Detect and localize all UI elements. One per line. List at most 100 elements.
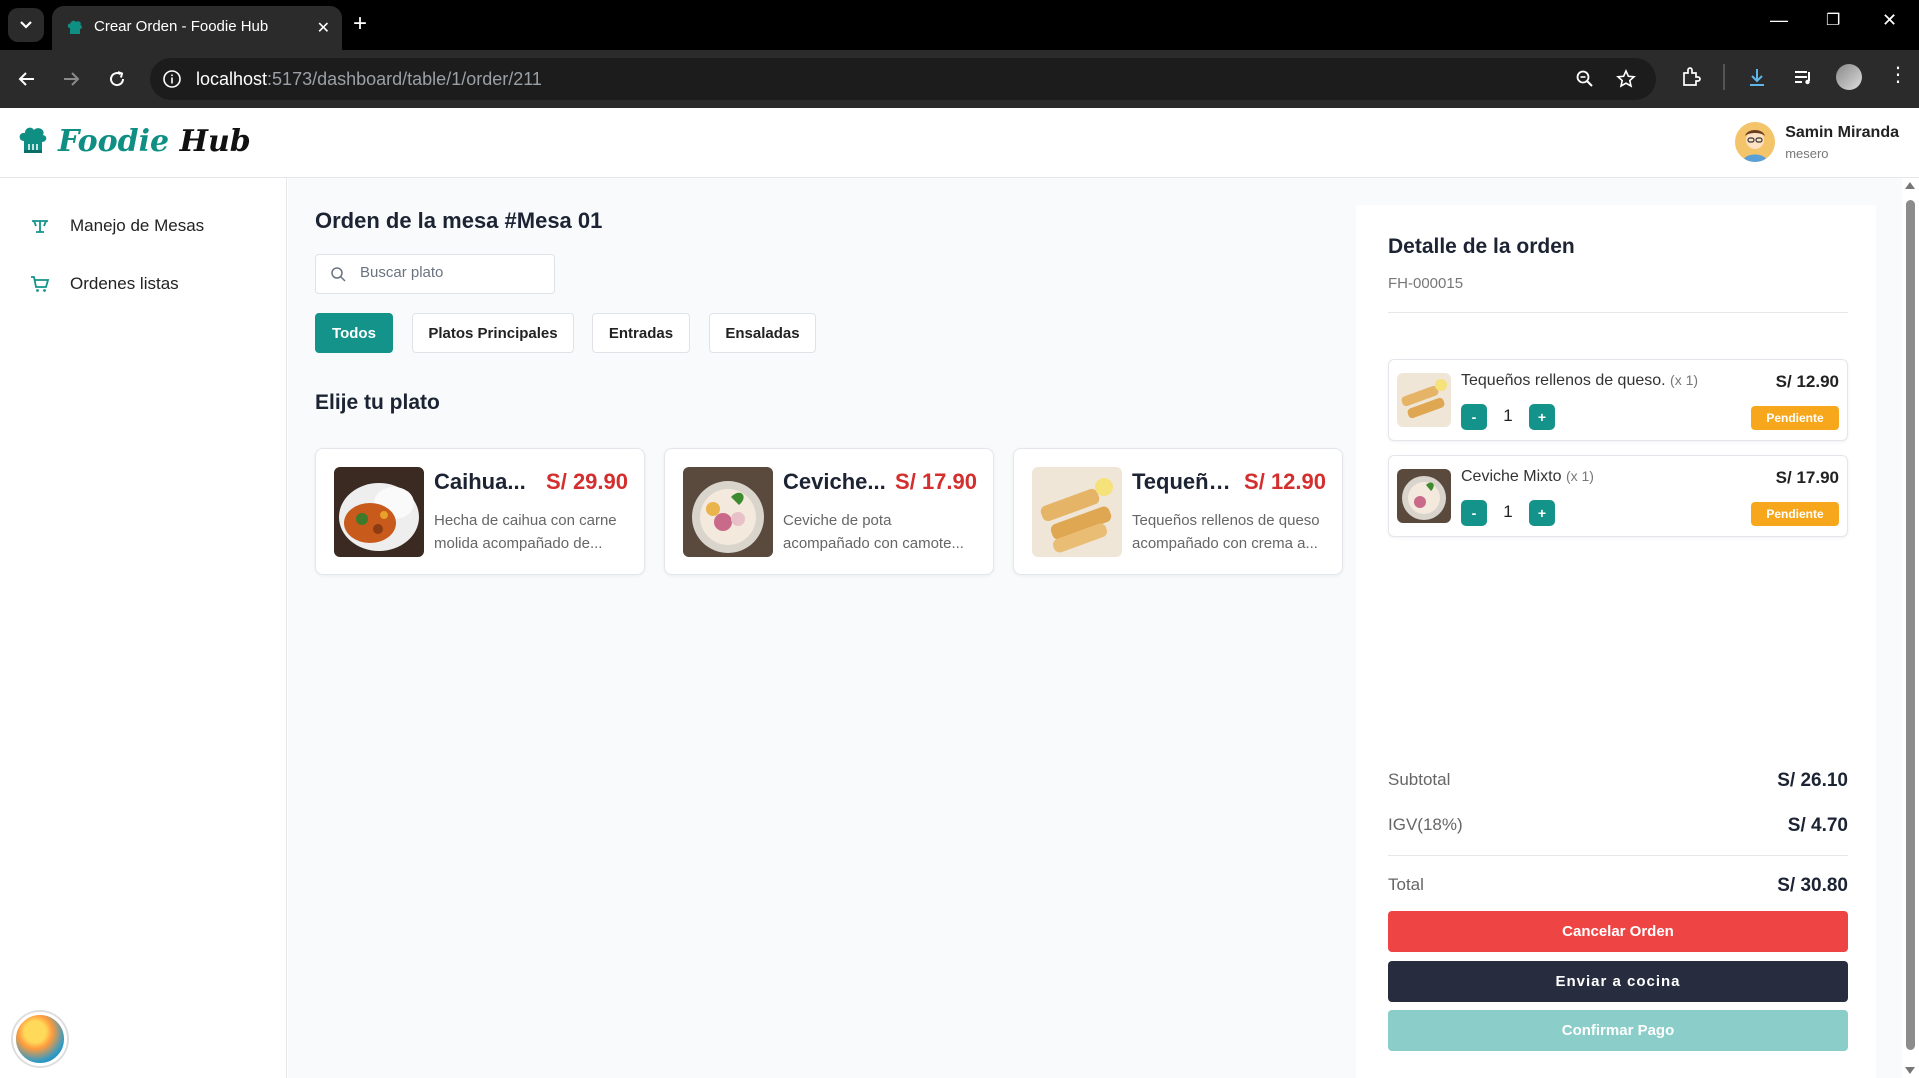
bookmark-star-icon[interactable]	[1616, 69, 1636, 89]
increase-quantity-button[interactable]: +	[1529, 500, 1555, 526]
user-avatar	[1735, 122, 1776, 162]
logo-foodie-text: Foodie	[58, 124, 170, 159]
dish-price: S/ 12.90	[1244, 469, 1326, 494]
forward-icon[interactable]	[56, 64, 86, 94]
extensions-icon[interactable]	[1680, 66, 1702, 88]
dish-name: Caihua...	[434, 469, 526, 494]
decrease-quantity-button[interactable]: -	[1461, 500, 1487, 526]
logo[interactable]: Foodie Hub	[18, 124, 251, 159]
cart-icon	[31, 276, 50, 292]
search-input[interactable]	[360, 264, 540, 281]
dish-image	[334, 467, 424, 557]
back-icon[interactable]	[12, 64, 42, 94]
main-content: Orden de la mesa #Mesa 01 Todos Platos P…	[288, 178, 1356, 1078]
sidebar-item-ordenes-listas[interactable]: Ordenes listas	[30, 274, 179, 294]
search-icon	[331, 267, 346, 282]
window-close-icon[interactable]: ✕	[1882, 10, 1897, 31]
dish-description: Tequeños rellenos de queso acompañado co…	[1132, 512, 1320, 552]
igv-label: IGV(18%)	[1388, 815, 1463, 834]
restore-icon[interactable]: ❐	[1826, 10, 1840, 30]
zoom-icon[interactable]	[1575, 69, 1595, 89]
chevron-down-icon	[20, 21, 32, 29]
chef-hat-icon	[19, 127, 47, 153]
page-scrollbar[interactable]	[1902, 178, 1919, 1078]
order-title: Detalle de la orden	[1388, 235, 1575, 258]
divider	[1388, 855, 1848, 856]
order-item-price: S/ 17.90	[1775, 468, 1839, 487]
app-header: Foodie Hub Samin Miranda mesero	[0, 108, 1919, 178]
user-profile[interactable]: Samin Miranda mesero	[1735, 122, 1899, 162]
page-title: Orden de la mesa #Mesa 01	[315, 208, 603, 233]
confirm-payment-button[interactable]: Confirmar Pago	[1388, 1010, 1848, 1051]
kebab-menu-icon[interactable]: ⋮	[1888, 62, 1908, 87]
table-icon	[32, 220, 48, 233]
decrease-quantity-button[interactable]: -	[1461, 404, 1487, 430]
order-item-name: Tequeños rellenos de queso. (x 1)	[1461, 372, 1699, 389]
url-text: localhost:5173/dashboard/table/1/order/2…	[196, 69, 542, 89]
dish-card[interactable]: Caihua... S/ 29.90 Hecha de caihua con c…	[315, 448, 645, 575]
reload-icon[interactable]	[102, 64, 132, 94]
category-platos-principales[interactable]: Platos Principales	[412, 313, 574, 353]
sidebar-item-manejo-de-mesas[interactable]: Manejo de Mesas	[30, 216, 204, 236]
scroll-down-arrow[interactable]	[1905, 1067, 1915, 1074]
sidebar-item-label: Manejo de Mesas	[70, 216, 205, 235]
address-bar[interactable]: localhost:5173/dashboard/table/1/order/2…	[150, 58, 1656, 100]
send-to-kitchen-button[interactable]: Enviar a cocina	[1388, 961, 1848, 1002]
profile-avatar[interactable]	[1836, 64, 1862, 90]
cancel-order-button[interactable]: Cancelar Orden	[1388, 911, 1848, 952]
floating-assistant-icon[interactable]	[13, 1012, 67, 1066]
minimize-icon[interactable]: —	[1770, 10, 1788, 31]
status-badge: Pendiente	[1751, 406, 1839, 430]
dish-price: S/ 17.90	[895, 469, 977, 494]
order-item-quantity: 1	[1503, 406, 1513, 425]
dish-description: Hecha de caihua con carne molida acompañ…	[434, 512, 617, 552]
subtotal-label: Subtotal	[1388, 770, 1451, 789]
dish-card[interactable]: Tequeños... S/ 12.90 Tequeños rellenos d…	[1013, 448, 1343, 575]
scroll-up-arrow[interactable]	[1905, 182, 1915, 189]
order-item-image	[1397, 373, 1451, 427]
sidebar-item-label: Ordenes listas	[70, 274, 179, 293]
order-item-price: S/ 12.90	[1775, 372, 1839, 391]
total-value: S/ 30.80	[1777, 875, 1848, 896]
category-todos[interactable]: Todos	[315, 313, 393, 353]
dish-card[interactable]: Ceviche... S/ 17.90 Ceviche de pota acom…	[664, 448, 994, 575]
tab-close-icon[interactable]: ✕	[317, 18, 330, 38]
order-item-image	[1397, 469, 1451, 523]
search-box[interactable]	[315, 254, 555, 294]
sidebar: Manejo de Mesas Ordenes listas	[0, 178, 287, 1078]
tab-search-button[interactable]	[8, 8, 44, 42]
dish-image	[683, 467, 773, 557]
toolbar-divider	[1723, 64, 1725, 90]
category-entradas[interactable]: Entradas	[592, 313, 690, 353]
media-queue-icon[interactable]	[1792, 66, 1814, 88]
browser-tab-active[interactable]: Crear Orden - Foodie Hub ✕	[52, 6, 342, 50]
order-item: Ceviche Mixto (x 1) S/ 17.90 - 1 + Pendi…	[1388, 455, 1848, 537]
browser-toolbar: localhost:5173/dashboard/table/1/order/2…	[0, 50, 1919, 108]
site-info-icon[interactable]	[162, 69, 182, 89]
scrollbar-thumb[interactable]	[1906, 200, 1915, 1050]
order-panel: Detalle de la orden FH-000015 Tequeños r…	[1356, 205, 1876, 1078]
status-badge: Pendiente	[1751, 502, 1839, 526]
dish-name: Tequeños...	[1132, 469, 1242, 494]
total-label: Total	[1388, 875, 1424, 894]
increase-quantity-button[interactable]: +	[1529, 404, 1555, 430]
download-icon[interactable]	[1746, 66, 1768, 88]
user-name: Samin Miranda	[1785, 123, 1899, 141]
new-tab-icon[interactable]: +	[353, 10, 367, 38]
dish-image	[1032, 467, 1122, 557]
chef-hat-favicon-icon	[67, 20, 82, 34]
subtotal-value: S/ 26.10	[1777, 770, 1848, 791]
dish-name: Ceviche...	[783, 469, 886, 494]
dish-price: S/ 29.90	[546, 469, 628, 494]
dish-description: Ceviche de pota acompañado con camote...	[783, 512, 964, 552]
browser-tabstrip: Crear Orden - Foodie Hub ✕ + — ❐ ✕	[0, 0, 1919, 50]
user-role: mesero	[1785, 145, 1829, 161]
igv-value: S/ 4.70	[1787, 815, 1848, 836]
tab-title: Crear Orden - Foodie Hub	[94, 18, 269, 35]
divider	[1388, 312, 1848, 313]
category-ensaladas[interactable]: Ensaladas	[709, 313, 816, 353]
order-item-name: Ceviche Mixto (x 1)	[1461, 468, 1594, 485]
order-item-quantity: 1	[1503, 502, 1513, 521]
logo-hub-text: Hub	[179, 124, 251, 159]
section-title: Elije tu plato	[315, 391, 440, 414]
